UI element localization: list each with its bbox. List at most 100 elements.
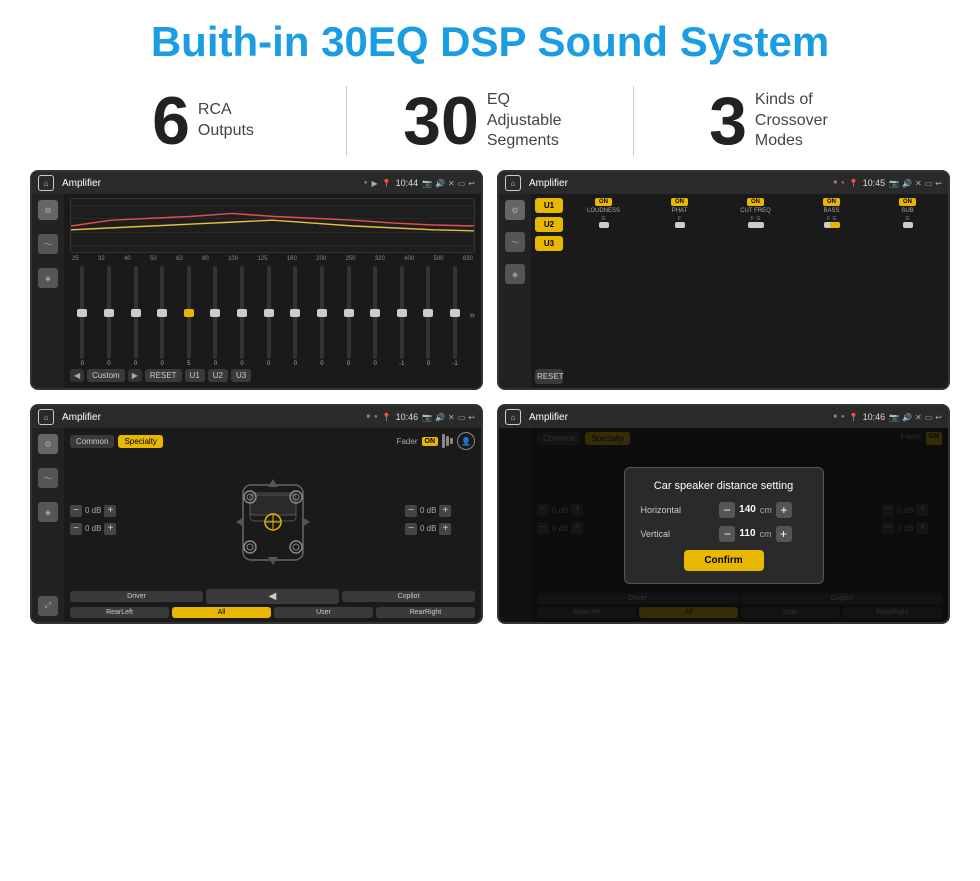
amp-filter-icon[interactable]: ⚙ bbox=[505, 200, 525, 220]
back-icon[interactable]: ↩ bbox=[468, 179, 475, 188]
eq-u3-btn[interactable]: U3 bbox=[231, 369, 251, 382]
screen3-home-icon[interactable]: ⌂ bbox=[38, 409, 54, 425]
amp-u2-btn[interactable]: U2 bbox=[535, 217, 563, 232]
eq-reset-btn[interactable]: RESET bbox=[145, 369, 182, 382]
fader-on-badge: ON bbox=[422, 437, 439, 446]
screen2-home-icon[interactable]: ⌂ bbox=[505, 175, 521, 191]
eq-thumb-9[interactable] bbox=[317, 309, 327, 317]
eq-thumb-6[interactable] bbox=[237, 309, 247, 317]
eq-thumb-4[interactable] bbox=[184, 309, 194, 317]
eq-track-9[interactable] bbox=[320, 266, 324, 359]
amp-wave-icon[interactable]: 〜 bbox=[505, 232, 525, 252]
eq-slider-7: 0 bbox=[256, 264, 281, 367]
eq-thumb-11[interactable] bbox=[370, 309, 380, 317]
eq-track-13[interactable] bbox=[426, 266, 430, 359]
ch-lt-minus[interactable]: − bbox=[70, 505, 82, 517]
ch-rt-plus[interactable]: + bbox=[439, 505, 451, 517]
eq-thumb-7[interactable] bbox=[264, 309, 274, 317]
fader-rearright-btn[interactable]: RearRight bbox=[376, 607, 475, 618]
amp-u1-btn[interactable]: U1 bbox=[535, 198, 563, 213]
phat-thumb-f[interactable] bbox=[675, 222, 685, 228]
ch-rb-minus[interactable]: − bbox=[405, 523, 417, 535]
sub-thumb-g[interactable] bbox=[903, 222, 913, 228]
dialog-title: Car speaker distance setting bbox=[641, 480, 807, 492]
camera-icon: 📷 bbox=[422, 179, 432, 188]
eq-speaker-icon[interactable]: ◈ bbox=[38, 268, 58, 288]
fader-specialty-tab[interactable]: Specialty bbox=[118, 435, 162, 448]
fader-speaker-icon[interactable]: ◈ bbox=[38, 502, 58, 522]
s3-back-icon[interactable]: ↩ bbox=[468, 413, 475, 422]
fader-copilot-btn[interactable]: Copilot bbox=[342, 591, 475, 602]
amp-speaker-icon[interactable]: ◈ bbox=[505, 264, 525, 284]
dialog-horizontal-minus[interactable]: − bbox=[719, 502, 735, 518]
eq-thumb-14[interactable] bbox=[450, 309, 460, 317]
fader-driver-btn[interactable]: Driver bbox=[70, 591, 203, 602]
eq-track-0[interactable] bbox=[80, 266, 84, 359]
eq-track-8[interactable] bbox=[293, 266, 297, 359]
eq-thumb-0[interactable] bbox=[77, 309, 87, 317]
eq-track-4[interactable] bbox=[187, 266, 191, 359]
eq-track-7[interactable] bbox=[267, 266, 271, 359]
ch-lb-plus[interactable]: + bbox=[104, 523, 116, 535]
dialog-confirm-button[interactable]: Confirm bbox=[684, 550, 764, 571]
fader-user-btn[interactable]: User bbox=[274, 607, 373, 618]
dialog-horizontal-plus[interactable]: + bbox=[776, 502, 792, 518]
screen-fader-card: ⌂ Amplifier ■ ● 📍 10:46 📷 🔊 ✕ ▭ ↩ ⚙ 〜 ◈ … bbox=[30, 404, 483, 624]
fader-left-channels: − 0 dB + − 0 dB + bbox=[70, 505, 140, 535]
phat-slider-f: F bbox=[678, 216, 682, 222]
cutfreq-thumb-g[interactable] bbox=[754, 222, 764, 228]
eq-track-3[interactable] bbox=[160, 266, 164, 359]
fader-common-tab[interactable]: Common bbox=[70, 435, 114, 448]
ch-lt-plus[interactable]: + bbox=[104, 505, 116, 517]
eq-thumb-1[interactable] bbox=[104, 309, 114, 317]
eq-thumb-2[interactable] bbox=[131, 309, 141, 317]
freq-label-40: 40 bbox=[124, 256, 131, 262]
screens-grid: ⌂ Amplifier ● ▶ 📍 10:44 📷 🔊 ✕ ▭ ↩ ⚙ 〜 ◈ bbox=[0, 170, 980, 634]
loudness-on-badge: ON bbox=[595, 198, 612, 206]
eq-track-2[interactable] bbox=[134, 266, 138, 359]
eq-track-5[interactable] bbox=[213, 266, 217, 359]
eq-slider-3: 0 bbox=[150, 264, 175, 367]
dialog-vertical-plus[interactable]: + bbox=[776, 526, 792, 542]
eq-thumb-12[interactable] bbox=[397, 309, 407, 317]
eq-thumb-3[interactable] bbox=[157, 309, 167, 317]
fader-filter-icon[interactable]: ⚙ bbox=[38, 434, 58, 454]
eq-track-10[interactable] bbox=[347, 266, 351, 359]
ch-rt-minus[interactable]: − bbox=[405, 505, 417, 517]
eq-track-1[interactable] bbox=[107, 266, 111, 359]
eq-filter-icon[interactable]: ⚙ bbox=[38, 200, 58, 220]
eq-track-11[interactable] bbox=[373, 266, 377, 359]
fader-profile-icon[interactable]: 👤 bbox=[457, 432, 475, 450]
s4-back-icon[interactable]: ↩ bbox=[935, 413, 942, 422]
eq-wave-icon[interactable]: 〜 bbox=[38, 234, 58, 254]
fader-top-bar: Common Specialty Fader ON 👤 bbox=[70, 432, 475, 450]
fader-center-btn[interactable]: ◀ bbox=[206, 589, 339, 604]
screen4-home-icon[interactable]: ⌂ bbox=[505, 409, 521, 425]
eq-u1-btn[interactable]: U1 bbox=[185, 369, 205, 382]
eq-thumb-10[interactable] bbox=[344, 309, 354, 317]
eq-track-14[interactable] bbox=[453, 266, 457, 359]
eq-more-icon[interactable]: » bbox=[469, 264, 475, 367]
eq-thumb-8[interactable] bbox=[290, 309, 300, 317]
eq-thumb-13[interactable] bbox=[423, 309, 433, 317]
eq-play-btn[interactable]: ▶ bbox=[128, 369, 142, 382]
ch-rb-plus[interactable]: + bbox=[439, 523, 451, 535]
eq-u2-btn[interactable]: U2 bbox=[208, 369, 228, 382]
fader-expand-icon[interactable]: ⤢ bbox=[38, 596, 58, 616]
loudness-thumb-g[interactable] bbox=[599, 222, 609, 228]
ch-lb-minus[interactable]: − bbox=[70, 523, 82, 535]
eq-custom-btn[interactable]: Custom bbox=[87, 369, 125, 382]
eq-prev-btn[interactable]: ◀ bbox=[70, 369, 84, 382]
bass-thumb-g[interactable] bbox=[830, 222, 840, 228]
amp-reset-btn[interactable]: RESET bbox=[535, 369, 563, 384]
dialog-vertical-minus[interactable]: − bbox=[719, 526, 735, 542]
eq-track-12[interactable] bbox=[400, 266, 404, 359]
s2-back-icon[interactable]: ↩ bbox=[935, 179, 942, 188]
fader-rearleft-btn[interactable]: RearLeft bbox=[70, 607, 169, 618]
eq-track-6[interactable] bbox=[240, 266, 244, 359]
fader-all-btn[interactable]: All bbox=[172, 607, 271, 618]
eq-thumb-5[interactable] bbox=[210, 309, 220, 317]
fader-wave-icon[interactable]: 〜 bbox=[38, 468, 58, 488]
amp-u3-btn[interactable]: U3 bbox=[535, 236, 563, 251]
home-icon[interactable]: ⌂ bbox=[38, 175, 54, 191]
